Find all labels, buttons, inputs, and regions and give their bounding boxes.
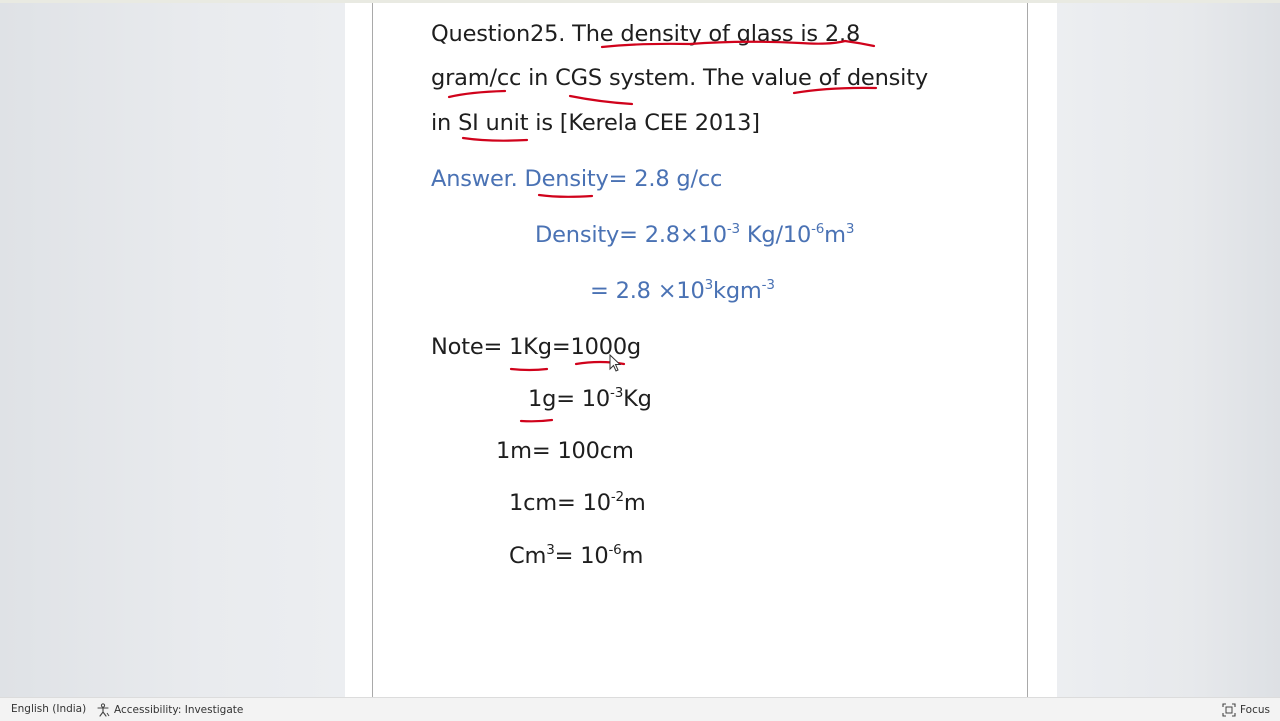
answer-line-3-exp-2: -3 — [761, 277, 775, 294]
note-line-2: 1g= 10-3Kg — [528, 386, 652, 412]
answer-line-3-exp-1: 3 — [704, 277, 714, 294]
workspace-right-margin — [1057, 0, 1280, 697]
top-strip — [0, 0, 1280, 3]
answer-line-2-exp-3: 3 — [845, 221, 855, 238]
language-indicator[interactable]: English (India) — [11, 703, 86, 715]
accessibility-label: Accessibility: Investigate — [114, 704, 244, 716]
mouse-cursor-icon — [609, 354, 622, 372]
note-line-2-part-2: Kg — [623, 386, 652, 412]
question-line-1: Question25. The density of glass is 2.8 — [431, 21, 861, 47]
answer-line-2-part-2: Kg/10 — [739, 222, 812, 248]
answer-line-3-part-1: = 2.8 ×10 — [590, 278, 705, 304]
note-line-5-part-3: m — [621, 543, 644, 569]
note-line-3: 1m= 100cm — [496, 438, 634, 464]
note-line-5-part-1: Cm — [509, 543, 547, 569]
answer-line-2-part-3: m — [824, 222, 846, 248]
focus-label: Focus — [1240, 704, 1270, 716]
answer-line-2-exp-2: -6 — [811, 221, 825, 238]
note-line-5-exp-2: -6 — [608, 542, 622, 559]
question-line-3: in SI unit is [Kerela CEE 2013] — [431, 110, 760, 136]
note-line-4-part-1: 1cm= 10 — [509, 490, 611, 516]
focus-icon — [1222, 703, 1236, 717]
workspace-left-margin — [0, 0, 345, 697]
status-bar: English (India) Accessibility: Investiga… — [0, 697, 1280, 721]
answer-line-1: Answer. Density= 2.8 g/cc — [431, 166, 723, 192]
answer-line-2-part-1: Density= 2.8×10 — [535, 222, 727, 248]
note-line-2-part-1: 1g= 10 — [528, 386, 611, 412]
note-line-4-part-2: m — [623, 490, 646, 516]
note-line-5-exp-1: 3 — [546, 542, 555, 559]
answer-line-3-part-2: kgm — [713, 278, 762, 304]
page-border-right — [1027, 0, 1028, 697]
note-line-4-exp-1: -2 — [610, 489, 624, 506]
answer-line-2-exp-1: -3 — [726, 221, 740, 238]
accessibility-checker[interactable]: Accessibility: Investigate — [96, 703, 243, 717]
page-border-left — [372, 0, 373, 697]
note-line-4: 1cm= 10-2m — [509, 490, 646, 516]
question-line-2: gram/cc in CGS system. The value of dens… — [431, 65, 928, 91]
note-line-2-exp-1: -3 — [610, 385, 624, 402]
focus-mode-button[interactable]: Focus — [1222, 703, 1270, 717]
note-line-5-part-2: = 10 — [554, 543, 609, 569]
answer-line-3: = 2.8 ×103kgm-3 — [590, 278, 775, 304]
answer-line-2: Density= 2.8×10-3 Kg/10-6m3 — [535, 222, 854, 248]
note-line-5: Cm3= 10-6m — [509, 543, 643, 569]
accessibility-icon — [97, 703, 110, 717]
